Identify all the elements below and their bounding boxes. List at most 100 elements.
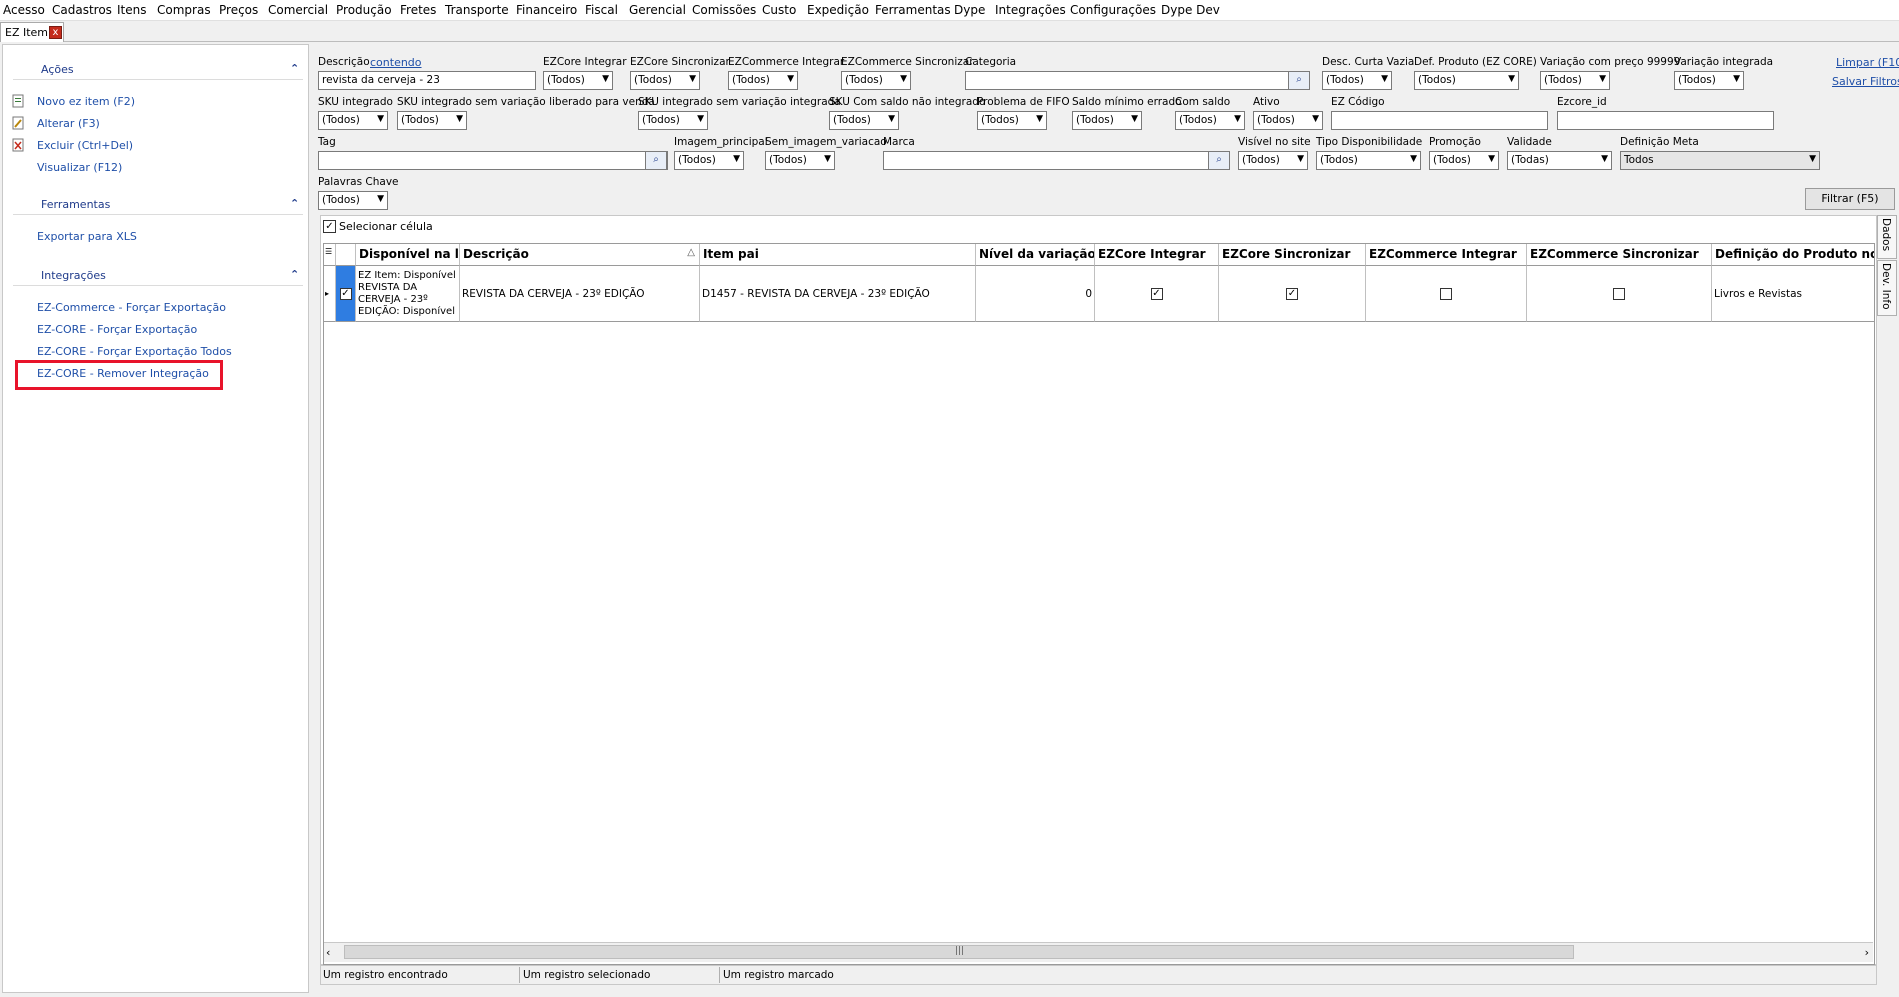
categoria-input[interactable] <box>965 71 1310 90</box>
menu-transporte[interactable]: Transporte <box>445 3 509 17</box>
com-saldo-select[interactable]: (Todos) ▼ <box>1175 111 1245 130</box>
marca-input[interactable] <box>883 151 1230 170</box>
header-ezcommerce-integrar[interactable]: EZCommerce Integrar <box>1366 244 1527 266</box>
cell-ezcore-integrar[interactable]: ✓ <box>1095 266 1219 322</box>
imagem-principal-select[interactable]: (Todos) ▼ <box>674 151 744 170</box>
problema-fifo-select[interactable]: (Todos) ▼ <box>977 111 1047 130</box>
ativo-select[interactable]: (Todos) ▼ <box>1253 111 1323 130</box>
selecionar-celula-checkbox[interactable]: ✓ <box>323 220 336 233</box>
menu-comercial[interactable]: Comercial <box>268 3 328 17</box>
collapse-ferramentas-icon[interactable]: ⌃ <box>290 197 299 210</box>
promocao-select[interactable]: (Todos) ▼ <box>1429 151 1499 170</box>
sem-imagem-variacao-select[interactable]: (Todos) ▼ <box>765 151 835 170</box>
ezcore-integrar-checkbox[interactable]: ✓ <box>1150 287 1163 300</box>
tipo-disponibilidade-select[interactable]: (Todos) ▼ <box>1316 151 1421 170</box>
action-novo-ez-item[interactable]: Novo ez item (F2) <box>37 95 135 108</box>
tag-input[interactable] <box>318 151 668 170</box>
action-excluir[interactable]: Excluir (Ctrl+Del) <box>37 139 133 152</box>
action-ezcore-forcar-exportacao-todos[interactable]: EZ-CORE - Forçar Exportação Todos <box>37 345 232 358</box>
cell-disponivel[interactable]: EZ Item: Disponível REVISTA DA CERVEJA -… <box>356 266 460 322</box>
palavras-chave-select[interactable]: (Todos) ▼ <box>318 191 388 210</box>
menu-integracoes[interactable]: Integrações <box>995 3 1066 17</box>
menu-producao[interactable]: Produção <box>336 3 392 17</box>
menu-dype[interactable]: Dype <box>954 3 985 17</box>
scroll-left-icon[interactable]: ‹ <box>326 946 330 959</box>
filtrar-button[interactable]: Filtrar (F5) <box>1805 188 1895 210</box>
action-ezcore-forcar-exportacao[interactable]: EZ-CORE - Forçar Exportação <box>37 323 197 336</box>
ezcommerce-sincronizar-select[interactable]: (Todos) ▼ <box>841 71 911 90</box>
ezcore-integrar-select[interactable]: (Todos) ▼ <box>543 71 613 90</box>
menu-precos[interactable]: Preços <box>219 3 258 17</box>
desc-curta-vazia-select[interactable]: (Todos) ▼ <box>1322 71 1392 90</box>
action-exportar-xls[interactable]: Exportar para XLS <box>37 230 137 243</box>
row-select-cell[interactable]: ✓ <box>336 266 356 322</box>
cell-item-pai[interactable]: D1457 - REVISTA DA CERVEJA - 23º EDIÇÃO <box>700 266 976 322</box>
menu-expedicao[interactable]: Expedição <box>807 3 869 17</box>
header-nivel-variacao[interactable]: Nível da variação <box>976 244 1095 266</box>
collapse-acoes-icon[interactable]: ⌃ <box>290 62 299 75</box>
tab-dados[interactable]: Dados <box>1877 215 1897 259</box>
column-chooser-icon[interactable]: ☰ <box>324 244 336 266</box>
tab-dev-info[interactable]: Dev. Info <box>1877 260 1897 316</box>
sku-integrado-select[interactable]: (Todos) ▼ <box>318 111 388 130</box>
header-definicao-produto[interactable]: Definição do Produto no <box>1712 244 1874 266</box>
ezcommerce-integrar-select[interactable]: (Todos) ▼ <box>728 71 798 90</box>
menu-financeiro[interactable]: Financeiro <box>516 3 577 17</box>
header-item-pai[interactable]: Item pai <box>700 244 976 266</box>
menu-ferramentas[interactable]: Ferramentas <box>875 3 951 17</box>
descricao-input[interactable]: revista da cerveja - 23 <box>318 71 536 90</box>
header-select[interactable] <box>336 244 356 266</box>
scroll-right-icon[interactable]: › <box>1865 946 1869 959</box>
ezcore-sincronizar-checkbox[interactable]: ✓ <box>1286 287 1298 300</box>
menu-fretes[interactable]: Fretes <box>400 3 436 17</box>
menu-gerencial[interactable]: Gerencial <box>629 3 686 17</box>
cell-nivel-variacao[interactable]: 0 <box>976 266 1095 322</box>
action-ezcommerce-forcar-exportacao[interactable]: EZ-Commerce - Forçar Exportação <box>37 301 226 314</box>
binoculars-icon[interactable]: ⌕ <box>1288 71 1310 90</box>
collapse-integracoes-icon[interactable]: ⌃ <box>290 268 299 281</box>
ez-codigo-input[interactable] <box>1331 111 1548 130</box>
cell-ezcommerce-integrar[interactable] <box>1366 266 1527 322</box>
ezcommerce-sincronizar-checkbox[interactable] <box>1613 287 1625 300</box>
sku-sem-variacao-integrada-select[interactable]: (Todos) ▼ <box>638 111 708 130</box>
ezcore-id-input[interactable] <box>1557 111 1774 130</box>
menu-custo[interactable]: Custo <box>762 3 796 17</box>
salvar-filtros-link[interactable]: Salvar Filtros <box>1832 75 1899 88</box>
saldo-minimo-select[interactable]: (Todos) ▼ <box>1072 111 1142 130</box>
sku-sem-variacao-venda-select[interactable]: (Todos) ▼ <box>397 111 467 130</box>
ezcore-sincronizar-select[interactable]: (Todos) ▼ <box>630 71 700 90</box>
def-produto-select[interactable]: (Todos) ▼ <box>1414 71 1519 90</box>
scrollbar-thumb[interactable]: ||| <box>344 945 1574 959</box>
cell-descricao[interactable]: REVISTA DA CERVEJA - 23º EDIÇÃO <box>460 266 700 322</box>
header-ezcommerce-sincronizar[interactable]: EZCommerce Sincronizar <box>1527 244 1712 266</box>
definicao-meta-select[interactable]: Todos ▼ <box>1620 151 1820 170</box>
sku-saldo-select[interactable]: (Todos) ▼ <box>829 111 899 130</box>
menu-configuracoes[interactable]: Configurações <box>1070 3 1156 17</box>
menu-acesso[interactable]: Acesso <box>3 3 45 17</box>
header-ezcore-sincronizar[interactable]: EZCore Sincronizar <box>1219 244 1366 266</box>
descricao-mode-link[interactable]: contendo <box>370 56 422 69</box>
action-alterar[interactable]: Alterar (F3) <box>37 117 100 130</box>
variacao-preco-select[interactable]: (Todos) ▼ <box>1540 71 1610 90</box>
limpar-link[interactable]: Limpar (F10) <box>1836 56 1899 69</box>
horizontal-scrollbar[interactable]: ‹ ||| › <box>324 942 1873 962</box>
visivel-site-select[interactable]: (Todos) ▼ <box>1238 151 1308 170</box>
variacao-integrada-select[interactable]: (Todos) ▼ <box>1674 71 1744 90</box>
cell-definicao-produto[interactable]: Livros e Revistas <box>1712 266 1874 322</box>
menu-itens[interactable]: Itens <box>117 3 146 17</box>
header-ezcore-integrar[interactable]: EZCore Integrar <box>1095 244 1219 266</box>
binoculars-icon[interactable]: ⌕ <box>1208 151 1230 170</box>
menu-compras[interactable]: Compras <box>157 3 211 17</box>
binoculars-icon[interactable]: ⌕ <box>645 151 667 170</box>
action-visualizar[interactable]: Visualizar (F12) <box>37 161 122 174</box>
menu-cadastros[interactable]: Cadastros <box>52 3 112 17</box>
cell-ezcore-sincronizar[interactable]: ✓ <box>1219 266 1366 322</box>
header-descricao[interactable]: Descrição △ <box>460 244 700 266</box>
cell-ezcommerce-sincronizar[interactable] <box>1527 266 1712 322</box>
row-select-checkbox[interactable]: ✓ <box>339 287 352 300</box>
menu-fiscal[interactable]: Fiscal <box>585 3 618 17</box>
tab-ez-item[interactable]: EZ Item x <box>0 22 64 42</box>
menu-comissoes[interactable]: Comissões <box>692 3 756 17</box>
menu-dype-dev[interactable]: Dype Dev <box>1161 3 1220 17</box>
header-disponivel[interactable]: Disponível na lo <box>356 244 460 266</box>
